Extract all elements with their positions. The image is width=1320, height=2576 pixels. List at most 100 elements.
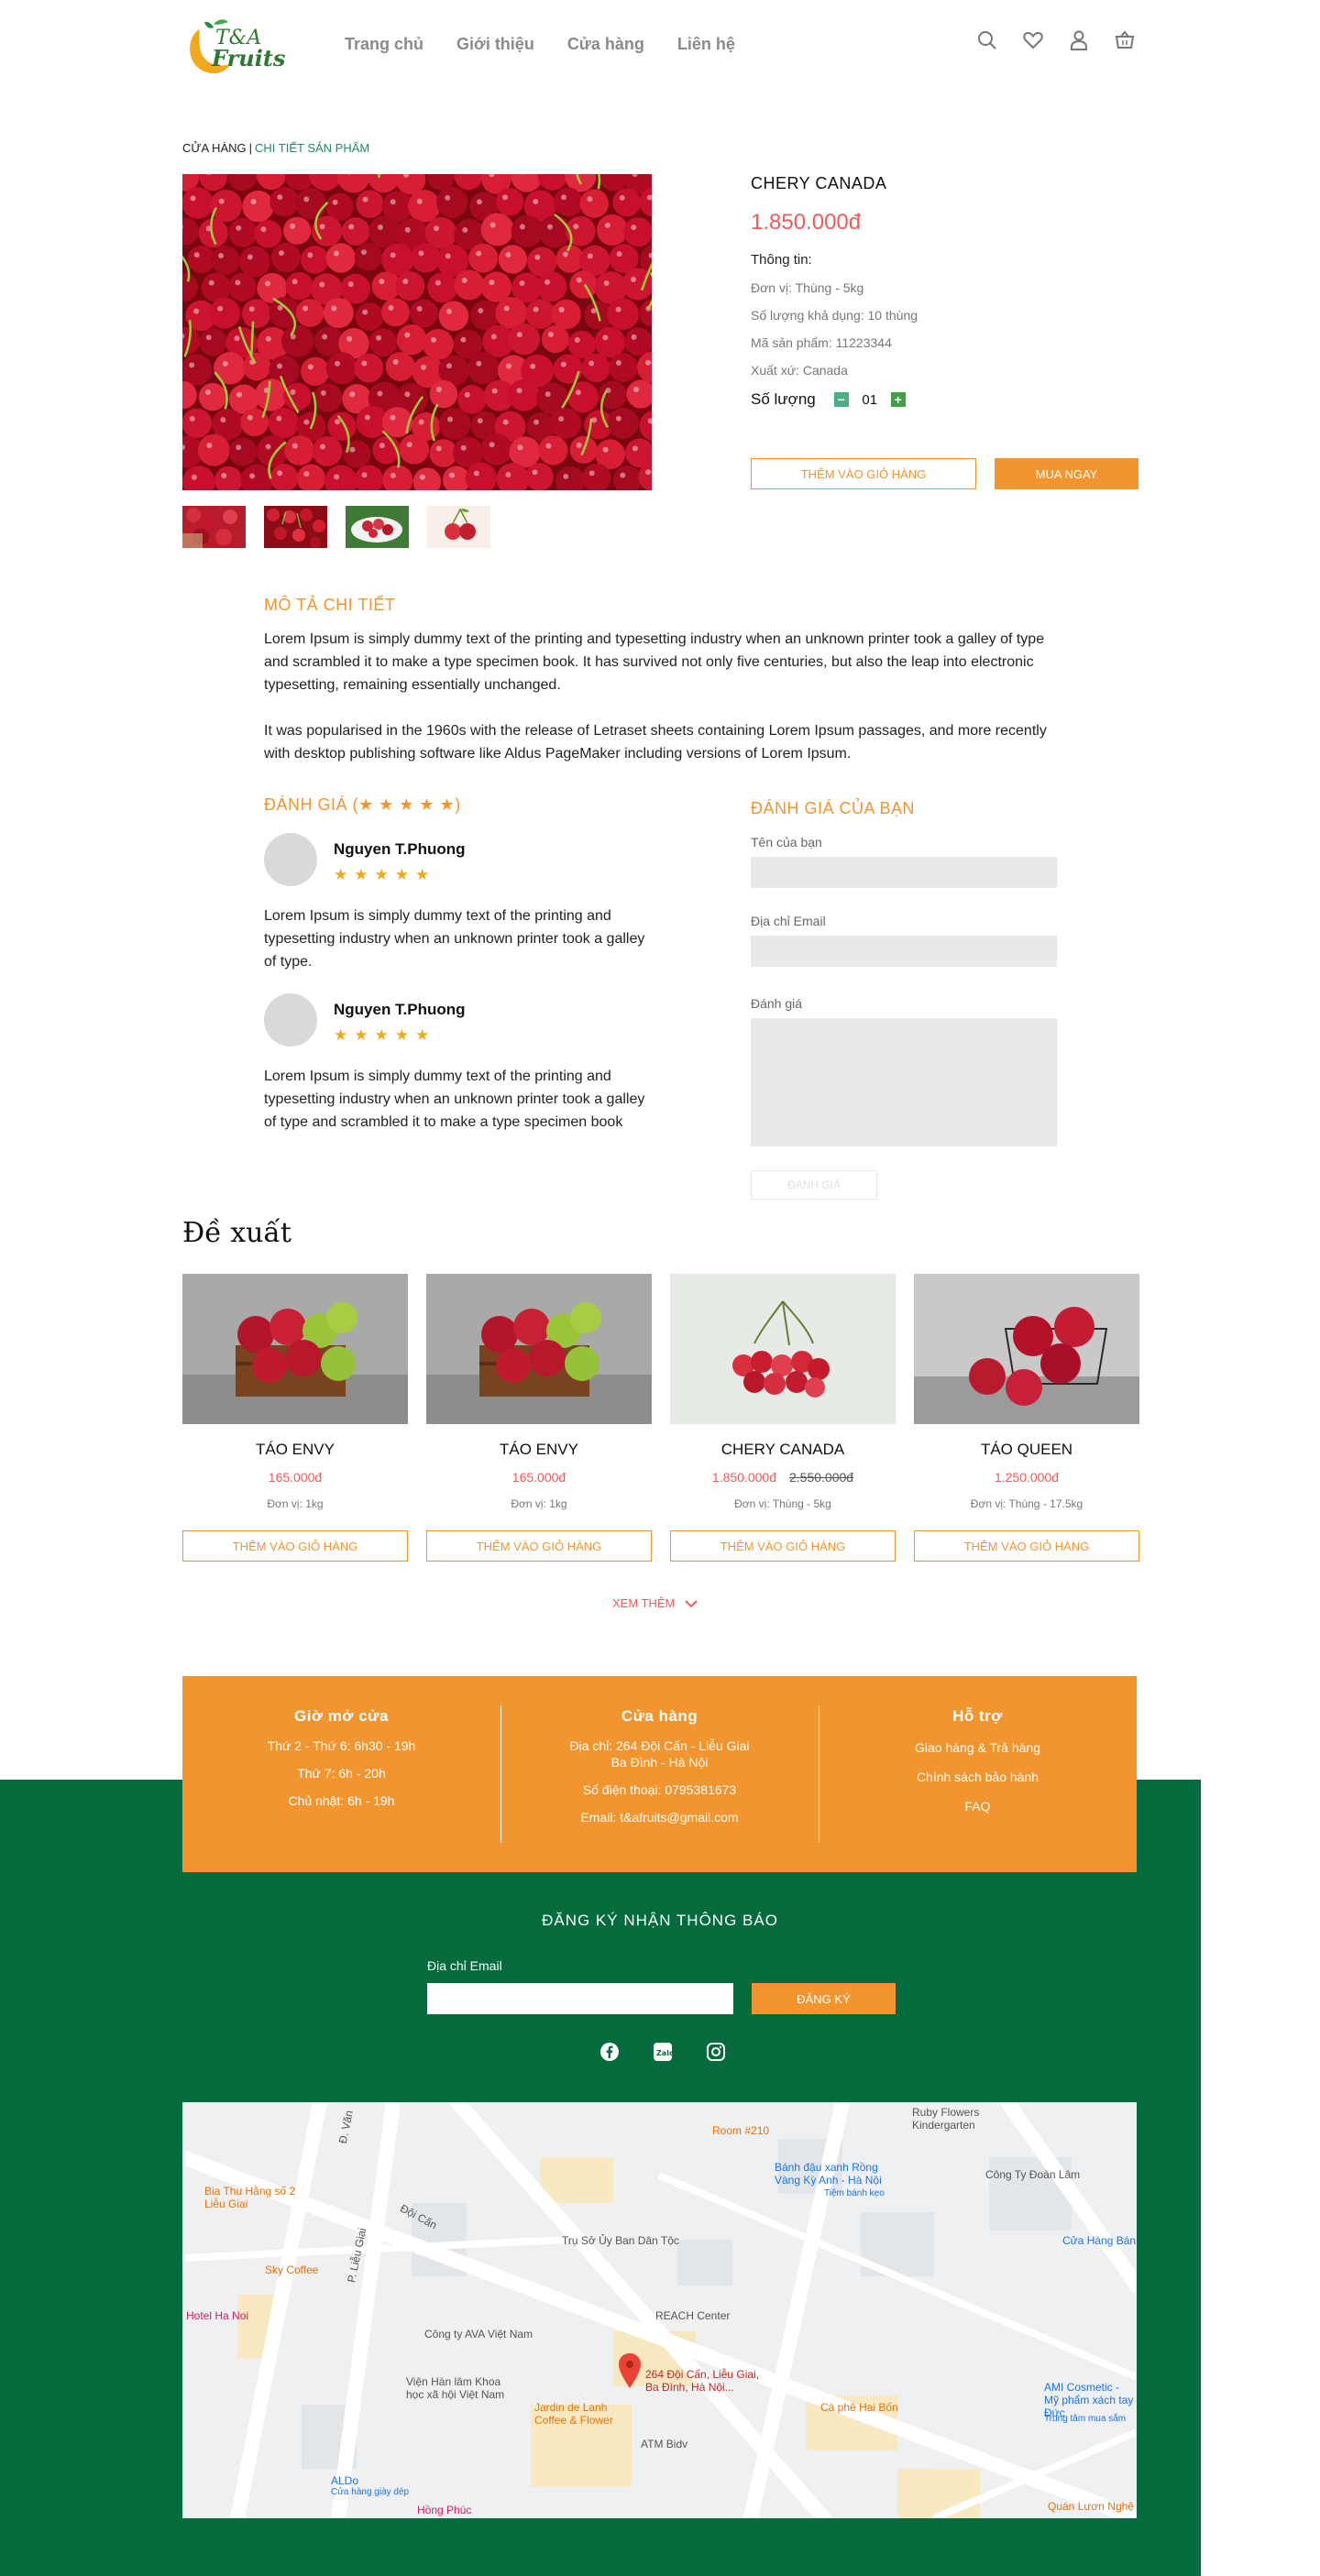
product-info-title: Thông tin: (751, 252, 812, 268)
price-current: 1.250.000đ (994, 1470, 1060, 1485)
map-label: Bia Thu Hằng số 2 Liễu Giai (204, 2185, 296, 2210)
review-form-title: ĐÁNH GIÁ CỦA BẠN (751, 799, 916, 817)
hours-weekday: Thứ 2 - Thứ 6: 6h30 - 19h (267, 1738, 416, 1753)
map-label: Quán Lươn Nghệ (1048, 2500, 1134, 2513)
product-card-image[interactable] (914, 1274, 1139, 1424)
thumbnail-3[interactable] (346, 506, 409, 548)
add-to-cart-button[interactable]: THÊM VÀO GIỎ HÀNG (426, 1530, 652, 1562)
add-to-cart-button[interactable]: THÊM VÀO GIỎ HÀNG (914, 1530, 1139, 1562)
brand-logo[interactable]: T&A Fruits (182, 11, 288, 81)
thumbnail-1[interactable] (182, 506, 246, 548)
buy-now-button[interactable]: MUA NGAY (995, 458, 1138, 489)
store-title: Cửa hàng (621, 1707, 698, 1725)
name-label: Tên của bạn (751, 835, 822, 850)
store-map[interactable]: Room #210 Ruby Flowers Kindergarten Bánh… (182, 2102, 1137, 2518)
product-card-name: TÁO ENVY (256, 1441, 335, 1458)
store-phone[interactable]: Số điện thoại: 0795381673 (500, 1782, 819, 1797)
product-card-image[interactable] (182, 1274, 408, 1424)
quantity-stepper: Số lượng − 01 + (751, 390, 1138, 409)
facebook-icon[interactable] (600, 2042, 620, 2062)
chat-icon[interactable]: Zalo (653, 2042, 673, 2062)
subscribe-email-field[interactable] (427, 1983, 733, 2014)
thumbnail-4[interactable] (427, 506, 490, 548)
nav-shop[interactable]: Cửa hàng (567, 35, 644, 54)
product-card-image[interactable] (426, 1274, 652, 1424)
footer-info-box: Giờ mở cửa Thứ 2 - Thứ 6: 6h30 - 19h Thứ… (182, 1676, 1137, 1872)
description-title: MÔ TẢ CHI TIẾT (264, 596, 396, 614)
map-label: Hotel Ha Noi (186, 2309, 249, 2322)
add-to-cart-button[interactable]: THÊM VÀO GIỎ HÀNG (751, 458, 976, 489)
product-card-unit: Đơn vị: 1kg (267, 1497, 324, 1510)
footer-support: Hỗ trợ Giao hàng & Trả hàng Chính sách b… (819, 1676, 1137, 1872)
email-field[interactable] (751, 936, 1057, 967)
suggested-grid: TÁO ENVY 165.000đ Đơn vị: 1kg THÊM VÀO G… (182, 1274, 1139, 1562)
quantity-increase-button[interactable]: + (890, 392, 906, 407)
svg-text:Zalo: Zalo (656, 2049, 673, 2057)
support-warranty-link[interactable]: Chính sách bảo hành (819, 1770, 1137, 1784)
map-label: Cửa hàng giày dép (331, 2487, 410, 2497)
submit-review-button[interactable]: ĐÁNH GIÁ (751, 1170, 877, 1200)
nav-about[interactable]: Giới thiệu (456, 35, 534, 54)
store-address: Địa chỉ: 264 Đội Cấn - Liễu Giai (569, 1738, 750, 1753)
price-current: 1.850.000đ (711, 1470, 776, 1485)
breadcrumb-root[interactable]: CỬA HÀNG (182, 141, 247, 155)
product-card-price: 1.250.000đ (914, 1470, 1139, 1485)
product-actions: THÊM VÀO GIỎ HÀNG MUA NGAY (751, 458, 1138, 489)
review-label: Đánh giá (751, 996, 803, 1011)
store-email[interactable]: Email: t&afruits@gmail.com (500, 1810, 819, 1825)
breadcrumb: CỬA HÀNG | CHI TIẾT SẢN PHẨM (182, 141, 369, 155)
price-current: 165.000đ (512, 1470, 566, 1485)
review-item: Nguyen T.Phuong ★★★★★ Lorem Ipsum is sim… (264, 993, 658, 1134)
map-label: Cửa Hàng Bán (1062, 2234, 1137, 2247)
header-icons (974, 27, 1138, 53)
product-card-price: 165.000đ (426, 1470, 652, 1485)
add-to-cart-button[interactable]: THÊM VÀO GIỎ HÀNG (182, 1530, 408, 1562)
cart-icon[interactable] (1112, 27, 1138, 53)
product-card[interactable]: CHERY CANADA 1.850.000đ 2.550.000đ Đơn vị… (670, 1274, 896, 1562)
support-title: Hỗ trợ (952, 1707, 1003, 1725)
see-more-link[interactable]: XEM THÊM (612, 1596, 698, 1610)
instagram-icon[interactable] (706, 2042, 726, 2062)
review-textarea[interactable] (751, 1018, 1057, 1146)
suggested-title: Đề xuất (182, 1217, 292, 1249)
thumbnail-2[interactable] (264, 506, 327, 548)
svg-text:Fruits: Fruits (211, 45, 286, 71)
support-faq-link[interactable]: FAQ (819, 1799, 1137, 1814)
name-field[interactable] (751, 857, 1057, 888)
footer-hours: Giờ mở cửa Thứ 2 - Thứ 6: 6h30 - 19h Thứ… (182, 1676, 500, 1872)
product-sku: Mã sản phẩm: 11223344 (751, 335, 892, 350)
nav-home[interactable]: Trang chủ (345, 35, 424, 54)
map-label: Ruby Flowers Kindergarten (912, 2106, 980, 2132)
product-info: CHERY CANADA 1.850.000đ Thông tin: Đơn v… (751, 174, 1138, 409)
map-label: Tiệm bánh kẹo (824, 2188, 885, 2198)
product-card-image[interactable] (670, 1274, 896, 1424)
add-to-cart-button[interactable]: THÊM VÀO GIỎ HÀNG (670, 1530, 896, 1562)
subscribe-email-label: Địa chỉ Email (427, 1958, 502, 1973)
header: T&A Fruits Trang chủ Giới thiệu Cửa hàng… (0, 0, 1320, 92)
map-label: Cà phê Hai Bốn (820, 2401, 898, 2414)
chevron-down-icon (685, 1599, 698, 1607)
map-label: ALDo (331, 2474, 359, 2487)
quantity-decrease-button[interactable]: − (833, 392, 849, 407)
product-card-price: 1.850.000đ 2.550.000đ (670, 1470, 896, 1485)
subscribe-button[interactable]: ĐĂNG KÝ (752, 1983, 896, 2014)
breadcrumb-separator: | (248, 141, 253, 155)
search-icon[interactable] (974, 27, 1000, 53)
map-label: Công Ty Đoàn Lâm (985, 2168, 1081, 2181)
nav-contact[interactable]: Liên hệ (677, 35, 735, 54)
product-card-name: CHERY CANADA (720, 1441, 845, 1458)
product-card[interactable]: TÁO ENVY 165.000đ Đơn vị: 1kg THÊM VÀO G… (426, 1274, 652, 1562)
heart-icon[interactable] (1020, 27, 1046, 53)
product-card[interactable]: TÁO ENVY 165.000đ Đơn vị: 1kg THÊM VÀO G… (182, 1274, 408, 1562)
main-nav: Trang chủ Giới thiệu Cửa hàng Liên hệ (345, 35, 735, 54)
product-card-price: 165.000đ (182, 1470, 408, 1485)
support-shipping-link[interactable]: Giao hàng & Trả hàng (819, 1740, 1137, 1755)
product-price: 1.850.000đ (751, 210, 862, 235)
review-form: ĐÁNH GIÁ CỦA BẠN Tên của bạn Địa chỉ Ema… (751, 799, 1057, 1200)
store-address-2: Ba Đình - Hà Nội (610, 1755, 709, 1770)
user-icon[interactable] (1066, 27, 1092, 53)
avatar (264, 833, 317, 886)
quantity-value[interactable]: 01 (858, 392, 882, 408)
avatar (264, 993, 317, 1047)
product-card[interactable]: TÁO QUEEN 1.250.000đ Đơn vị: Thùng - 17.… (914, 1274, 1139, 1562)
